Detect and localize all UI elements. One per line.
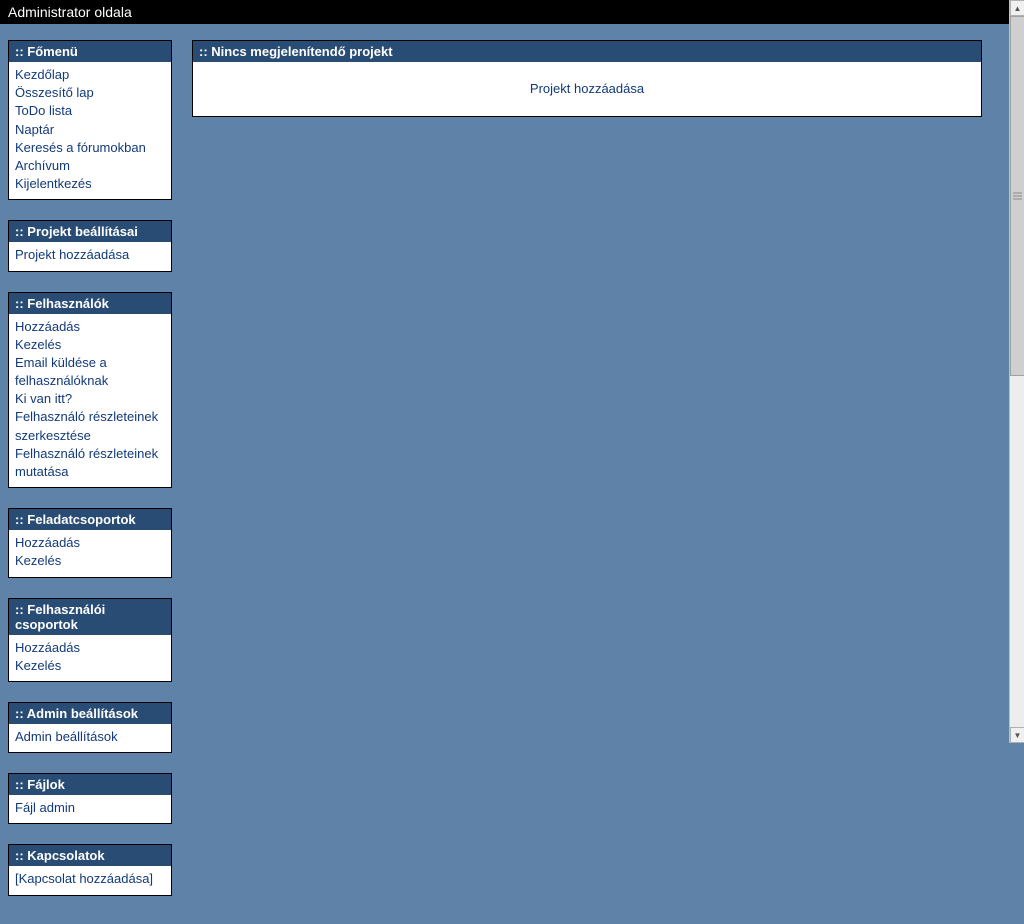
panel-body: Projekt hozzáadása (9, 242, 171, 270)
nav-link-kapcsolat-hozzaadasa[interactable]: [Kapcsolat hozzáadása] (15, 870, 165, 888)
sidebar-panel-fomenu: :: Főmenü Kezdőlap Összesítő lap ToDo li… (8, 40, 172, 200)
panel-header: :: Kapcsolatok (9, 845, 171, 866)
nav-link-ki-van-itt[interactable]: Ki van itt? (15, 390, 165, 408)
nav-link-todo[interactable]: ToDo lista (15, 102, 165, 120)
main-panel-projekt: :: Nincs megjelenítendő projekt Projekt … (192, 40, 982, 117)
panel-body: Hozzáadás Kezelés Email küldése a felhas… (9, 314, 171, 488)
panel-header: :: Nincs megjelenítendő projekt (193, 41, 981, 62)
nav-link-naptar[interactable]: Naptár (15, 121, 165, 139)
panel-header: :: Feladatcsoportok (9, 509, 171, 530)
sidebar-panel-felhasznalok: :: Felhasználók Hozzáadás Kezelés Email … (8, 292, 172, 489)
page-title: Administrator oldala (8, 4, 132, 20)
nav-link-hozzaadas[interactable]: Hozzáadás (15, 534, 165, 552)
nav-link-hozzaadas[interactable]: Hozzáadás (15, 318, 165, 336)
nav-link-kezeles[interactable]: Kezelés (15, 552, 165, 570)
scroll-thumb[interactable] (1010, 16, 1024, 376)
panel-header: :: Projekt beállításai (9, 221, 171, 242)
sidebar-panel-fajlok: :: Fájlok Fájl admin (8, 773, 172, 824)
panel-header: :: Felhasználói csoportok (9, 599, 171, 635)
panel-body: Hozzáadás Kezelés (9, 530, 171, 576)
sidebar-panel-projekt: :: Projekt beállításai Projekt hozzáadás… (8, 220, 172, 271)
nav-link-archivum[interactable]: Archívum (15, 157, 165, 175)
nav-link-kezeles[interactable]: Kezelés (15, 336, 165, 354)
scroll-grip-icon (1013, 191, 1022, 202)
panel-body: Admin beállítások (9, 724, 171, 752)
panel-header: :: Főmenü (9, 41, 171, 62)
nav-link-email-kuldese[interactable]: Email küldése a felhasználóknak (15, 354, 165, 390)
nav-link-projekt-hozzaadasa[interactable]: Projekt hozzáadása (15, 246, 165, 264)
page-header: Administrator oldala (0, 0, 1024, 24)
sidebar-panel-kapcsolatok: :: Kapcsolatok [Kapcsolat hozzáadása] (8, 844, 172, 895)
scroll-down-icon[interactable]: ▼ (1010, 727, 1024, 743)
nav-link-reszletek-szerkesztes[interactable]: Felhasználó részleteinek szerkesztése (15, 408, 165, 444)
nav-link-kezeles[interactable]: Kezelés (15, 657, 165, 675)
page-wrap: :: Főmenü Kezdőlap Összesítő lap ToDo li… (0, 24, 1024, 924)
nav-link-kezdolap[interactable]: Kezdőlap (15, 66, 165, 84)
add-project-link[interactable]: Projekt hozzáadása (530, 81, 644, 96)
nav-link-reszletek-mutatas[interactable]: Felhasználó részleteinek mutatása (15, 445, 165, 481)
nav-link-fajl-admin[interactable]: Fájl admin (15, 799, 165, 817)
panel-header: :: Fájlok (9, 774, 171, 795)
panel-body: Fájl admin (9, 795, 171, 823)
panel-body: Hozzáadás Kezelés (9, 635, 171, 681)
sidebar-panel-admin: :: Admin beállítások Admin beállítások (8, 702, 172, 753)
panel-body: Projekt hozzáadása (193, 62, 981, 116)
panel-header: :: Felhasználók (9, 293, 171, 314)
nav-link-kijelentkezes[interactable]: Kijelentkezés (15, 175, 165, 193)
panel-header: :: Admin beállítások (9, 703, 171, 724)
scroll-up-icon[interactable]: ▲ (1010, 0, 1024, 16)
sidebar-panel-feladatcsoportok: :: Feladatcsoportok Hozzáadás Kezelés (8, 508, 172, 577)
nav-link-hozzaadas[interactable]: Hozzáadás (15, 639, 165, 657)
nav-link-admin-beallitasok[interactable]: Admin beállítások (15, 728, 165, 746)
sidebar-panel-felh-csoportok: :: Felhasználói csoportok Hozzáadás Keze… (8, 598, 172, 682)
main-content: :: Nincs megjelenítendő projekt Projekt … (192, 40, 982, 137)
nav-link-osszesito[interactable]: Összesítő lap (15, 84, 165, 102)
panel-body: Kezdőlap Összesítő lap ToDo lista Naptár… (9, 62, 171, 199)
panel-body: [Kapcsolat hozzáadása] (9, 866, 171, 894)
vertical-scrollbar[interactable]: ▲ ▼ (1009, 0, 1024, 743)
nav-link-kereses[interactable]: Keresés a fórumokban (15, 139, 165, 157)
sidebar: :: Főmenü Kezdőlap Összesítő lap ToDo li… (8, 40, 172, 916)
